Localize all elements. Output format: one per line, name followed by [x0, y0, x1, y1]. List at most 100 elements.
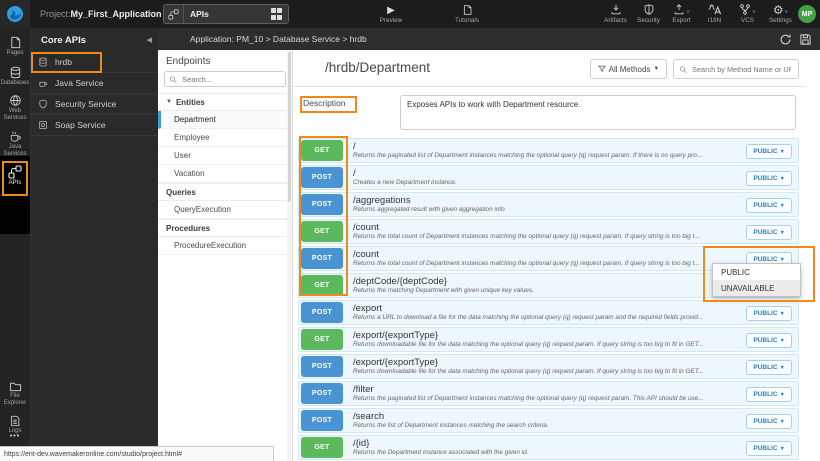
endpoint-item-employee[interactable]: Employee	[158, 129, 292, 147]
api-row[interactable]: GET /{id}Returns the Department instance…	[298, 435, 799, 460]
endpoint-path: /	[353, 169, 798, 179]
method-badge: POST	[301, 302, 343, 323]
core-apis-item-java-service[interactable]: Java Service	[31, 73, 158, 94]
core-apis-item-label: hrdb	[55, 57, 72, 67]
sidebar-item-pages[interactable]: Pages	[0, 36, 30, 57]
caret-down-icon: ▼	[780, 257, 785, 263]
core-apis-panel: Core APIs ◀ hrdb Java Service	[30, 28, 158, 461]
settings-button[interactable]: ⚙ ˅ Settings	[767, 3, 794, 24]
caret-down-icon: ▼	[780, 392, 785, 398]
method-search-input[interactable]	[690, 64, 793, 75]
api-row[interactable]: GET /export/{exportType}Returns download…	[298, 327, 799, 352]
access-dropdown-button[interactable]: PUBLIC▼	[746, 441, 792, 456]
endpoints-search-input[interactable]	[180, 74, 281, 85]
method-search-box[interactable]	[673, 59, 799, 79]
endpoint-item-department[interactable]: Department	[158, 111, 292, 129]
endpoint-item-queryexecution[interactable]: QueryExecution	[158, 201, 292, 219]
endpoint-path: /{id}	[353, 439, 798, 449]
sidebar-item-file-explorer[interactable]: File Explorer	[0, 380, 30, 407]
project-name: Project:My_First_Application	[40, 0, 162, 28]
artifacts-button[interactable]: Artifacts	[602, 3, 629, 24]
rail-overflow-dots[interactable]: •••	[0, 433, 30, 440]
access-dropdown-button[interactable]: PUBLIC▼	[746, 198, 792, 213]
section-entities[interactable]: ▼ Entities	[158, 93, 292, 111]
api-row[interactable]: GET /Returns the paginated list of Depar…	[298, 138, 799, 163]
topbar-right-tools: Artifacts Security ˅ Export	[602, 3, 794, 24]
refresh-icon[interactable]	[779, 33, 792, 46]
endpoint-description: Creates a new Department instance.	[353, 179, 798, 186]
caret-down-icon: ▼	[780, 149, 785, 155]
access-dropdown-button[interactable]: PUBLIC▼	[746, 144, 792, 159]
description-label: Description	[303, 98, 346, 108]
core-apis-item-soap-service[interactable]: Soap Service	[31, 115, 158, 136]
tab-apis[interactable]: APIs	[163, 4, 289, 24]
sidebar-item-java-services[interactable]: Java Services	[0, 130, 30, 158]
security-button[interactable]: Security	[635, 3, 662, 24]
collapse-panel-icon[interactable]: ◀	[147, 36, 152, 44]
method-filter-dropdown[interactable]: All Methods ▼	[590, 59, 667, 79]
breadcrumb-bar: Application: PM_10 > Database Service > …	[158, 28, 820, 50]
section-queries[interactable]: Queries	[158, 183, 292, 201]
method-badge: GET	[301, 140, 343, 161]
tab-apis-label: APIs	[184, 9, 271, 19]
access-option-unavailable[interactable]: UNAVAILABLE	[713, 280, 800, 296]
endpoint-path: /search	[353, 412, 798, 422]
api-icon	[164, 5, 184, 23]
search-icon	[679, 65, 687, 74]
core-apis-item-label: Security Service	[55, 99, 116, 109]
api-row[interactable]: POST /export/{exportType}Returns downloa…	[298, 354, 799, 379]
endpoint-item-procedureexecution[interactable]: ProcedureExecution	[158, 237, 292, 255]
method-badge: POST	[301, 194, 343, 215]
wavemaker-logo[interactable]	[0, 0, 30, 28]
endpoint-item-vacation[interactable]: Vacation	[158, 165, 292, 183]
access-dropdown-button[interactable]: PUBLIC▼	[746, 306, 792, 321]
preview-button[interactable]: ▶ Preview	[372, 3, 410, 24]
chevron-down-icon: ˅	[785, 10, 789, 16]
access-dropdown-button[interactable]: PUBLIC▼	[746, 225, 792, 240]
divider	[293, 86, 806, 87]
access-dropdown-button[interactable]: PUBLIC▼	[746, 360, 792, 375]
access-dropdown-button[interactable]: PUBLIC▼	[746, 171, 792, 186]
api-row[interactable]: POST /filterReturns the paginated list o…	[298, 381, 799, 406]
tutorials-button[interactable]: Tutorials	[446, 3, 488, 24]
grid-icon[interactable]	[271, 8, 283, 20]
endpoints-scrollbar[interactable]	[287, 50, 292, 461]
endpoint-path: /export	[353, 304, 798, 314]
section-procedures[interactable]: Procedures	[158, 219, 292, 237]
description-textarea[interactable]: Exposes APIs to work with Department res…	[400, 95, 796, 130]
caret-down-icon: ▼	[166, 99, 172, 105]
access-option-public[interactable]: PUBLIC	[713, 264, 800, 280]
method-badge: POST	[301, 383, 343, 404]
caret-down-icon: ▼	[780, 419, 785, 425]
access-dropdown-button[interactable]: PUBLIC▼	[746, 333, 792, 348]
caret-down-icon: ▼	[780, 230, 785, 236]
user-avatar[interactable]: MP	[798, 5, 816, 23]
core-apis-item-security-service[interactable]: Security Service	[31, 94, 158, 115]
sidebar-item-logs[interactable]: Logs	[0, 415, 30, 435]
save-icon[interactable]	[799, 33, 812, 46]
vcs-button[interactable]: ˅ VCS	[734, 3, 761, 24]
api-row[interactable]: POST /aggregationsReturns aggregated res…	[298, 192, 799, 217]
i18n-icon	[708, 3, 721, 16]
core-apis-item-hrdb[interactable]: hrdb	[31, 52, 158, 73]
api-row[interactable]: POST /exportReturns a URL to download a …	[298, 300, 799, 325]
endpoint-path: /export/{exportType}	[353, 331, 798, 341]
api-row[interactable]: POST /searchReturns the list of Departme…	[298, 408, 799, 433]
status-bar: https://ent-dev.wavemakeronline.com/stud…	[0, 446, 274, 461]
sidebar-item-databases[interactable]: Databases	[0, 66, 30, 87]
sidebar-item-web-services[interactable]: Web Services	[0, 94, 30, 122]
endpoint-description: Returns the list of Department instances…	[353, 422, 798, 429]
access-dropdown-button[interactable]: PUBLIC▼	[746, 387, 792, 402]
endpoint-item-user[interactable]: User	[158, 147, 292, 165]
api-row[interactable]: GET /countReturns the total count of Dep…	[298, 219, 799, 244]
endpoint-path: /export/{exportType}	[353, 358, 798, 368]
page-title: /hrdb/Department	[325, 60, 430, 75]
method-badge: GET	[301, 221, 343, 242]
endpoints-search-box[interactable]	[164, 71, 286, 87]
api-row[interactable]: POST /Creates a new Department instance.…	[298, 165, 799, 190]
i18n-button[interactable]: I18N	[701, 3, 728, 24]
access-dropdown-button[interactable]: PUBLIC▼	[746, 414, 792, 429]
export-button[interactable]: ˅ Export	[668, 3, 695, 24]
sidebar-item-apis[interactable]: APIs	[0, 165, 30, 187]
core-apis-title: Core APIs	[41, 35, 86, 46]
